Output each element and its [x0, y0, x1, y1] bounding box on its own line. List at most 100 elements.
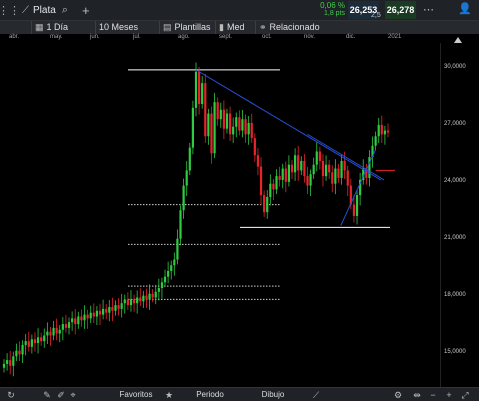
candle-body [343, 160, 346, 171]
scroll-up-icon[interactable] [454, 37, 462, 43]
user-icon[interactable]: 👤 [458, 2, 472, 15]
interval-selector[interactable]: ▦ 1 Día [31, 21, 95, 35]
candle-body [266, 196, 269, 213]
grid-icon[interactable]: ⋮⋮ [0, 0, 20, 20]
price-tick-label: 24,0000 [444, 177, 466, 184]
candle-body [201, 83, 204, 105]
candle-body [377, 124, 380, 137]
candle-body [5, 360, 9, 364]
candle-body [142, 295, 145, 302]
candle-body [324, 164, 328, 177]
month-label: may. [50, 34, 63, 40]
zoom-out-icon[interactable]: − [427, 388, 439, 401]
candle-body [67, 322, 71, 328]
candle-body [120, 303, 123, 309]
price-type-label: Med [226, 22, 245, 32]
candle-body [238, 117, 241, 131]
resize-icon[interactable]: ⤢ [459, 388, 471, 401]
candle-body [30, 339, 33, 347]
candle-body [71, 318, 74, 323]
candle-body [108, 307, 111, 313]
period-selector[interactable]: 10 Meses [95, 21, 159, 35]
candle-body [111, 307, 114, 311]
candle-body [179, 210, 182, 239]
price-chart[interactable] [0, 43, 440, 387]
candle-body [132, 299, 136, 304]
bars-icon: ▮ [219, 22, 224, 32]
related-button[interactable]: ⚭ Relacionado [255, 21, 325, 35]
candle-body [163, 276, 167, 283]
candle-body [269, 183, 272, 197]
symbol-name[interactable]: Plata [33, 5, 56, 16]
crosshair-icon[interactable]: ⌖ [67, 388, 79, 401]
candle-body [136, 297, 139, 304]
zoom-in-icon[interactable]: + [443, 388, 455, 401]
candle-body [55, 327, 58, 334]
candle-body [33, 339, 37, 344]
star-icon[interactable]: ★ [164, 388, 174, 401]
candle-body [173, 259, 176, 266]
candle-body [129, 299, 133, 306]
candle-body [114, 305, 117, 311]
price-tick-label: 21,0000 [444, 234, 466, 241]
candle-body [74, 318, 77, 325]
candle-body [278, 176, 281, 180]
add-tab-icon[interactable]: + [82, 3, 90, 18]
candle-body [40, 337, 43, 342]
period-button[interactable]: Periodo [186, 388, 234, 401]
candle-body [232, 126, 235, 135]
candle-body [241, 119, 244, 131]
refresh-icon[interactable]: ↻ [4, 388, 18, 401]
fit-icon[interactable]: ⇹ [411, 388, 423, 401]
draw-tool-icon[interactable]: ⟋ [310, 388, 322, 401]
candle-body [197, 71, 201, 105]
candle-body [321, 160, 325, 177]
templates-icon: ▤ [163, 22, 172, 32]
candle-body [213, 102, 216, 154]
candle-body [191, 107, 195, 148]
candle-body [244, 119, 247, 135]
drawing-button[interactable]: Dibujo [252, 388, 294, 401]
candle-body [290, 164, 294, 173]
candle-body [222, 109, 225, 129]
related-label: Relacionado [269, 22, 320, 32]
candle-body [253, 138, 256, 156]
month-label: oct. [262, 34, 272, 40]
candle-body [21, 344, 24, 355]
settings-icon[interactable]: ⚙ [392, 388, 404, 401]
pencil-icon[interactable]: ✎ [41, 388, 53, 401]
candle-body [58, 329, 61, 334]
candle-body [43, 335, 46, 342]
candle-body [272, 183, 275, 190]
candle-body [139, 297, 142, 302]
price-type-selector[interactable]: ▮ Med [215, 21, 255, 35]
candle-body [204, 83, 207, 137]
candle-body [303, 160, 306, 177]
pen-icon[interactable]: ✐ [55, 388, 67, 401]
month-label: abr. [9, 34, 20, 40]
search-icon[interactable]: ⌕ [62, 4, 68, 17]
candle-body [293, 155, 297, 173]
templates-button[interactable]: ▤ Plantillas [159, 21, 215, 35]
time-axis: abr. may. jun. jul. ago. sept. oct. nov.… [0, 34, 479, 43]
price-change: 0,06 % 1,8 pts [301, 2, 345, 18]
buy-button[interactable]: 26,278 [385, 1, 416, 19]
templates-label: Plantillas [174, 22, 211, 32]
candle-body [12, 356, 15, 366]
month-label: dic. [346, 34, 356, 40]
candle-body [89, 312, 92, 319]
month-label: jun. [90, 34, 100, 40]
candle-body [306, 176, 309, 186]
month-label: 2021 [388, 34, 402, 40]
dots-icon[interactable]: ⋯ [423, 3, 434, 16]
candle-body [386, 130, 390, 133]
bottom-bar: ↻ ✎ ✐ ⌖ Favoritos ★ Periodo Dibujo ⟋ ⚙ ⇹… [0, 387, 479, 401]
trendline-up [340, 149, 377, 226]
candle-body [77, 316, 80, 325]
candle-body [340, 160, 343, 179]
favorites-button[interactable]: Favoritos [110, 388, 162, 401]
candle-body [380, 124, 383, 135]
candle-body [284, 168, 287, 182]
price-tick-label: 30,0000 [444, 63, 466, 70]
candle-body [105, 308, 108, 313]
